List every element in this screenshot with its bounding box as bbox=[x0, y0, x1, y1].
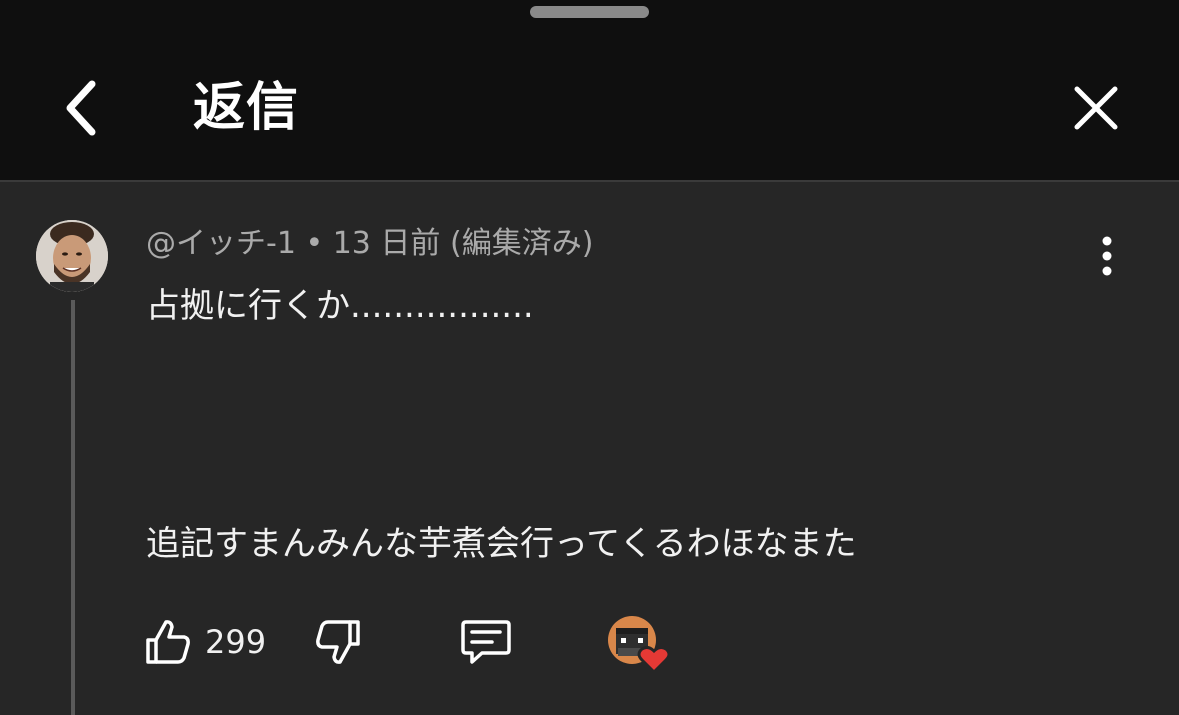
comment-text-line: 占拠に行くか................. bbox=[146, 286, 534, 326]
creator-heart-badge bbox=[606, 614, 676, 678]
like-count: 299 bbox=[205, 623, 267, 661]
dislike-button[interactable] bbox=[310, 614, 366, 670]
comment-meta: @イッチ-1 • 13 日前 (編集済み) bbox=[146, 222, 593, 266]
reply-button[interactable] bbox=[458, 614, 514, 670]
like-button[interactable] bbox=[140, 614, 196, 670]
comment-author[interactable]: @イッチ-1 bbox=[146, 226, 296, 261]
back-button[interactable] bbox=[50, 72, 114, 144]
thumbs-down-icon bbox=[316, 620, 360, 664]
edited-label: (編集済み) bbox=[449, 226, 594, 261]
avatar[interactable] bbox=[36, 220, 108, 292]
replies-sheet: 返信 @イッチ-1 • 13 日前 (編集済み) 占拠に行くか.........… bbox=[0, 0, 1179, 715]
page-title: 返信 bbox=[193, 78, 300, 138]
comment-actions: 299 bbox=[0, 610, 1179, 680]
chevron-left-icon bbox=[66, 80, 96, 136]
sheet-header: 返信 bbox=[0, 0, 1179, 182]
close-icon bbox=[1074, 86, 1118, 130]
avatar-face-icon bbox=[36, 220, 108, 292]
more-options-button[interactable] bbox=[1086, 230, 1128, 282]
comment-time: 13 日前 bbox=[332, 226, 441, 261]
close-button[interactable] bbox=[1060, 72, 1132, 144]
reply-comment-icon bbox=[461, 620, 511, 664]
drag-handle[interactable] bbox=[530, 6, 649, 18]
thumbs-up-icon bbox=[146, 620, 190, 664]
meta-separator: • bbox=[305, 226, 324, 261]
more-vertical-icon bbox=[1102, 236, 1112, 276]
creator-heart-icon bbox=[608, 616, 671, 675]
comment-text-line: 追記すまんみんな芋煮会行ってくるわほなまた bbox=[146, 524, 857, 564]
